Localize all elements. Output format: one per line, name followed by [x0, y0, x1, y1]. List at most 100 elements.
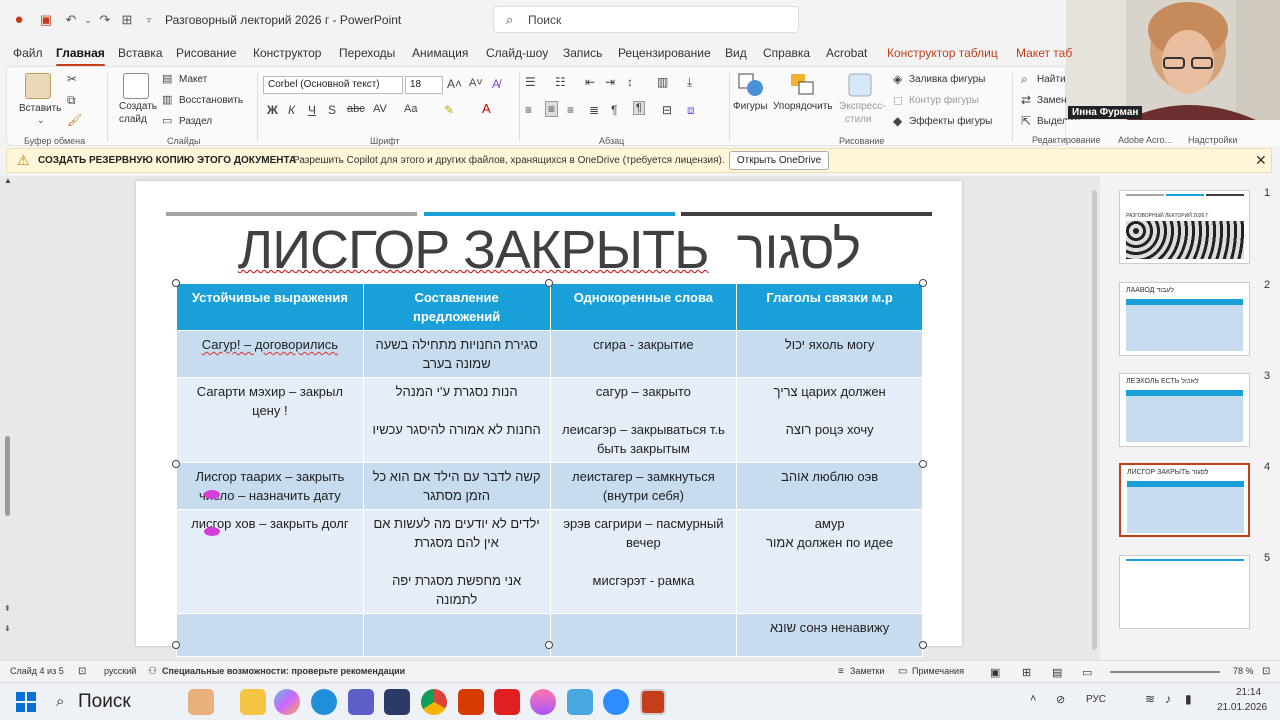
shapes-button[interactable]: Фигуры [733, 101, 767, 112]
arrange-button[interactable]: Упорядочить [773, 101, 833, 112]
tab-slideshow[interactable]: Слайд-шоу [486, 46, 548, 60]
slide-thumbnail[interactable]: ЛЕЭХОЛЬ ЕСТЬ לאכול [1119, 373, 1250, 447]
table-cell[interactable]: יכול яхоль могу [736, 330, 923, 378]
table-cell[interactable]: амур אמור должен по идее [736, 509, 923, 614]
undo-icon[interactable]: ↶ [62, 11, 80, 29]
clear-formatting-icon[interactable]: A̸ [492, 77, 500, 91]
teams-icon[interactable] [348, 689, 374, 715]
search-input[interactable]: ⌕ Поиск [493, 6, 799, 33]
wifi-icon[interactable]: ≋ [1145, 692, 1155, 706]
notes-button[interactable]: Заметки [850, 666, 884, 676]
decrease-font-icon[interactable]: A˅ [469, 77, 483, 89]
fit-to-window-icon[interactable]: ⊡ [1262, 666, 1270, 677]
battery-icon[interactable]: ▮ [1185, 692, 1192, 706]
align-text-icon[interactable]: ⊟ [662, 103, 672, 117]
open-onedrive-button[interactable]: Открыть OneDrive [729, 151, 829, 170]
tab-file[interactable]: Файл [13, 46, 43, 60]
vocabulary-table[interactable]: Устойчивые выражения Составление предлож… [176, 283, 923, 657]
align-right-icon[interactable]: ≡ [567, 103, 574, 117]
accessibility-status[interactable]: Специальные возможности: проверьте реком… [162, 666, 405, 676]
customize-toolbar-icon[interactable]: ▿ [140, 11, 158, 29]
table-cell[interactable]: Сагур! – договорились [176, 330, 364, 378]
clock-date[interactable]: 21.01.2026 [1217, 702, 1267, 713]
zoom-slider[interactable] [1110, 671, 1220, 673]
bold-icon[interactable]: Ж [267, 103, 278, 117]
quick-styles-icon[interactable] [847, 72, 873, 98]
resize-handle[interactable] [545, 279, 553, 287]
columns-icon[interactable]: ▥ [657, 75, 668, 89]
text-selection-handle[interactable] [204, 527, 220, 536]
slide-sorter-icon[interactable]: ⊞ [1022, 666, 1031, 679]
table-cell[interactable]: Сагарти мэхир – закрыл цену ! [176, 377, 364, 463]
volume-icon[interactable]: ♪ [1165, 692, 1171, 706]
new-slide-label-2[interactable]: слайд [119, 114, 147, 125]
quick-styles-label-2[interactable]: стили [845, 114, 872, 125]
tab-table-layout[interactable]: Макет таб [1016, 46, 1072, 60]
justify-icon[interactable]: ≣ [589, 103, 599, 117]
rtl-icon[interactable]: ¶ [611, 103, 617, 117]
font-color-icon[interactable]: A [482, 101, 491, 116]
paste-icon[interactable] [25, 73, 51, 99]
table-cell[interactable]: קשה לדבר עם הילד אם הוא כל הזמן מסתגר [362, 462, 551, 510]
font-size-select[interactable]: 18 [405, 76, 443, 94]
chrome-icon[interactable] [421, 689, 447, 715]
remote-desktop-icon[interactable] [567, 689, 593, 715]
prev-slide-icon[interactable]: ⇞ [4, 604, 11, 613]
redo-icon[interactable]: ↷ [96, 11, 114, 29]
present-icon[interactable]: ⊞ [118, 11, 136, 29]
comments-button[interactable]: Примечания [912, 666, 964, 676]
paste-button[interactable]: Вставить [19, 103, 61, 114]
cut-icon[interactable]: ✂ [67, 72, 77, 86]
tab-view[interactable]: Вид [725, 46, 747, 60]
new-slide-icon[interactable] [123, 73, 149, 99]
office-icon[interactable] [458, 689, 484, 715]
new-slide-label-1[interactable]: Создать [119, 101, 157, 112]
numbering-icon[interactable]: ☷ [555, 75, 566, 89]
text-direction-icon[interactable]: ⤓ [687, 75, 692, 90]
language-tray[interactable]: РУС [1086, 694, 1106, 705]
resize-handle[interactable] [172, 279, 180, 287]
strikethrough-icon[interactable]: abc [347, 103, 365, 115]
tab-acrobat[interactable]: Acrobat [826, 46, 867, 60]
character-spacing-icon[interactable]: AV [373, 103, 387, 115]
table-cell[interactable]: אוהב люблю оэв [736, 462, 923, 510]
acrobat-icon[interactable] [494, 689, 520, 715]
paste-dropdown-icon[interactable]: ⌄ [37, 115, 45, 126]
tab-draw[interactable]: Рисование [176, 46, 236, 60]
shape-outline-button[interactable]: Контур фигуры [909, 95, 979, 106]
scroll-up-icon[interactable]: ▲ [4, 176, 12, 185]
smartart-icon[interactable]: ⧈ [687, 103, 695, 118]
tab-transitions[interactable]: Переходы [339, 46, 395, 60]
windows-start-icon[interactable] [16, 692, 36, 712]
slide-thumbnail[interactable]: РАЗГОВОРНЫЙ ЛЕКТОРИЙ 2026 Г [1119, 190, 1250, 264]
table-cell[interactable] [362, 613, 551, 657]
edge-icon[interactable] [311, 689, 337, 715]
find-button[interactable]: Найти [1037, 74, 1066, 85]
table-cell[interactable] [549, 613, 738, 657]
table-cell[interactable]: ילדים לא יודעים מה לעשות אם אין להם מסגר… [362, 509, 551, 614]
slide-title[interactable]: ЛИСГОР ЗАКРЫТЬ לסגור [136, 219, 962, 281]
save-icon[interactable]: ▣ [37, 11, 55, 29]
zoom-level[interactable]: 78 % [1233, 666, 1254, 676]
resize-handle[interactable] [172, 641, 180, 649]
tray-overflow-icon[interactable]: ˄ [1030, 693, 1036, 705]
section-button[interactable]: Раздел [179, 116, 212, 127]
current-slide[interactable]: ЛИСГОР ЗАКРЫТЬ לסגור Устойчивые выражени… [136, 181, 962, 657]
slideshow-view-icon[interactable]: ▭ [1082, 666, 1092, 679]
tab-insert[interactable]: Вставка [118, 46, 163, 60]
normal-view-icon[interactable]: ▣ [990, 666, 1000, 679]
tab-help[interactable]: Справка [763, 46, 810, 60]
table-cell[interactable]: леистагер – замкнуться (внутри себя) [549, 462, 738, 510]
copilot-icon[interactable] [274, 689, 300, 715]
table-cell[interactable]: эрэв сагрири – пасмурный вечер мисгэрэт … [549, 509, 738, 614]
clock-time[interactable]: 21:14 [1236, 687, 1261, 698]
table-cell[interactable]: Лисгор таарих – закрыть число – назначит… [176, 462, 364, 510]
tab-animations[interactable]: Анимация [412, 46, 468, 60]
tab-review[interactable]: Рецензирование [618, 46, 711, 60]
store-icon[interactable] [384, 689, 410, 715]
undo-dropdown-icon[interactable]: ⌄ [79, 11, 97, 29]
increase-indent-icon[interactable]: ⇥ [605, 75, 615, 89]
tab-table-design[interactable]: Конструктор таблиц [887, 46, 998, 60]
arrange-icon[interactable] [789, 72, 817, 98]
taskbar-search[interactable]: ⌕ Поиск [50, 688, 178, 716]
